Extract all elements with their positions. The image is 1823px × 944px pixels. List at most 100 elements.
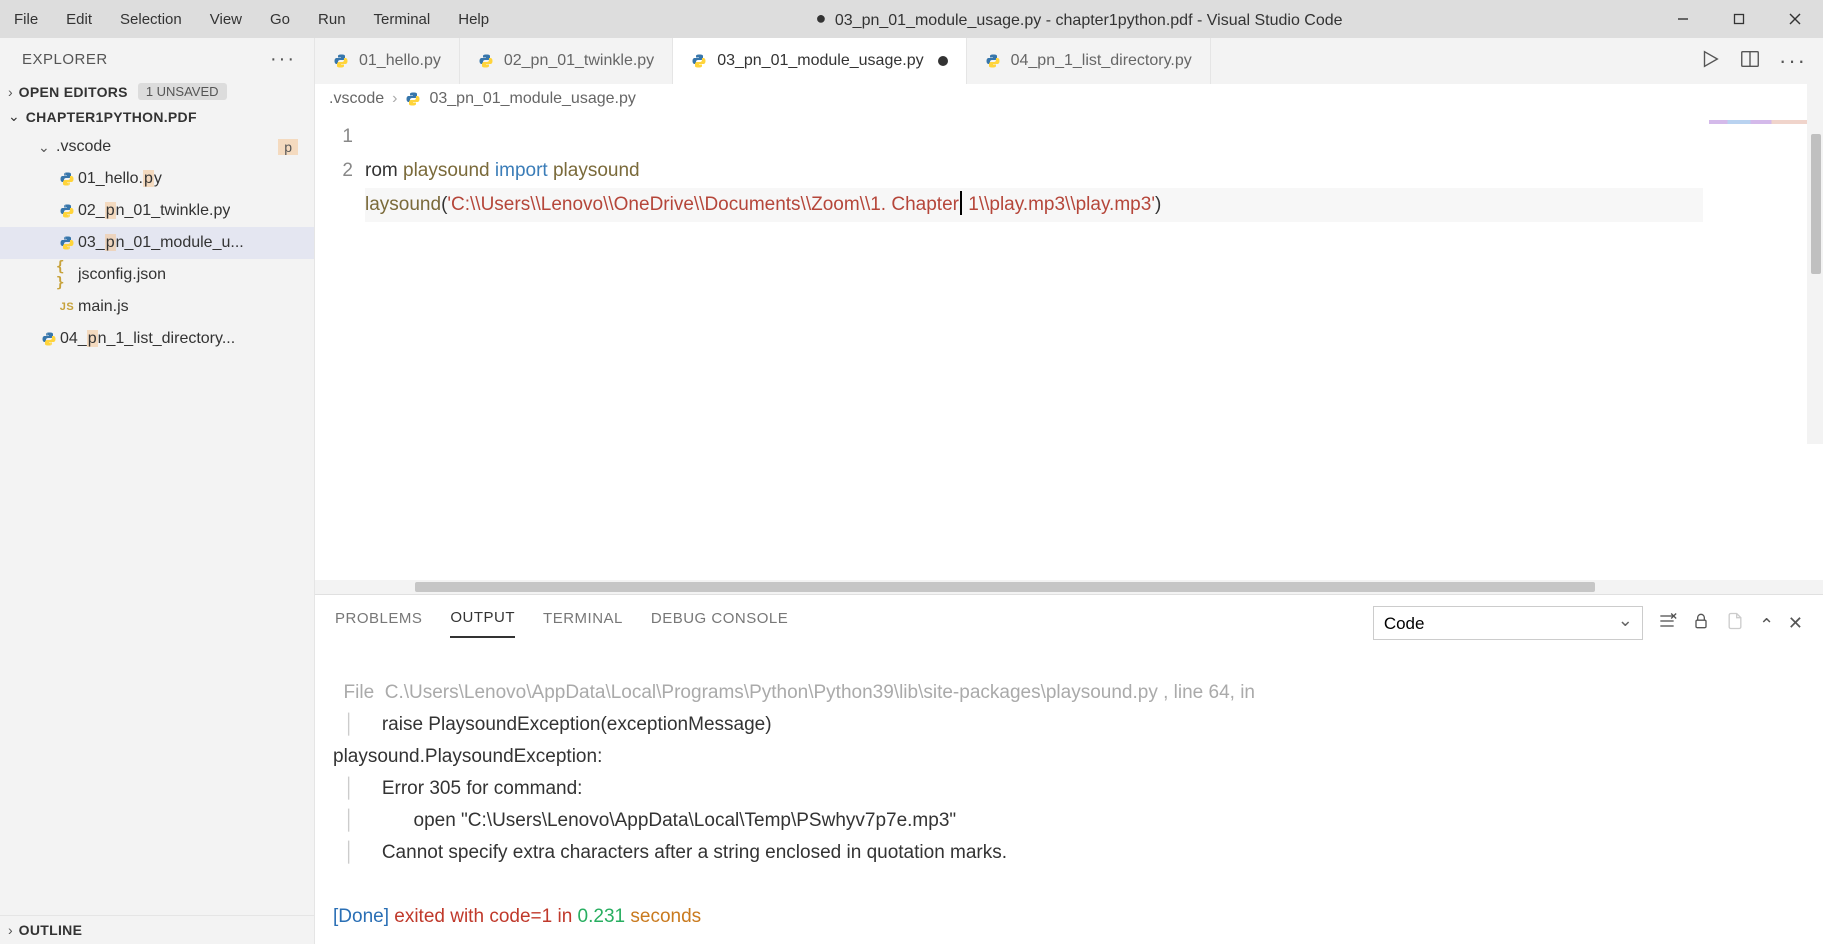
more-actions-icon[interactable]: ··· xyxy=(1779,48,1807,74)
file-name: 01_hello.py xyxy=(78,170,162,188)
tab-label: 01_hello.py xyxy=(359,52,441,70)
chevron-right-icon: › xyxy=(392,90,397,108)
tab-label: 03_pn_01_module_usage.py xyxy=(717,52,923,70)
minimize-button[interactable] xyxy=(1655,0,1711,38)
menu-view[interactable]: View xyxy=(196,5,256,34)
title-app: Visual Studio Code xyxy=(1207,12,1343,29)
unsaved-badge: 1 UNSAVED xyxy=(138,83,227,100)
tab[interactable]: 04_pn_1_list_directory.py xyxy=(967,38,1211,84)
clear-output-icon[interactable] xyxy=(1657,611,1677,635)
line-gutter: 1 2 xyxy=(315,114,365,580)
python-icon xyxy=(691,52,709,70)
editor-area: 01_hello.py 02_pn_01_twinkle.py 03_pn_01… xyxy=(315,38,1823,944)
tab-active[interactable]: 03_pn_01_module_usage.py xyxy=(673,38,966,84)
chevron-up-icon[interactable]: ⌄ xyxy=(1759,613,1774,634)
python-icon xyxy=(405,91,421,107)
tab[interactable]: 01_hello.py xyxy=(315,38,460,84)
file-name: 02_pn_01_twinkle.py xyxy=(78,202,230,220)
window-controls xyxy=(1655,0,1823,38)
outline-section[interactable]: › OUTLINE xyxy=(0,915,314,944)
panel-tab-output[interactable]: OUTPUT xyxy=(450,609,515,638)
scrollbar-thumb[interactable] xyxy=(1811,134,1821,274)
lock-scroll-icon[interactable] xyxy=(1691,611,1711,635)
folder-name: .vscode xyxy=(56,138,111,156)
file-name: 03_pn_01_module_u... xyxy=(78,234,244,252)
close-button[interactable] xyxy=(1767,0,1823,38)
panel-tab-debugconsole[interactable]: DEBUG CONSOLE xyxy=(651,610,788,637)
split-editor-icon[interactable] xyxy=(1739,48,1761,74)
bottom-panel: PROBLEMS OUTPUT TERMINAL DEBUG CONSOLE C… xyxy=(315,594,1823,944)
run-icon[interactable] xyxy=(1699,48,1721,74)
text-cursor xyxy=(960,191,962,215)
workspace-folder[interactable]: ⌄ CHAPTER1PYTHON.PDF xyxy=(0,104,314,129)
output-channel-dropdown[interactable]: Code xyxy=(1373,606,1643,640)
output-body[interactable]: File C.\Users\Lenovo\AppData\Local\Progr… xyxy=(315,641,1823,944)
menu-file[interactable]: File xyxy=(0,5,52,34)
outline-label: OUTLINE xyxy=(19,922,83,938)
file-tree: ⌄ .vscode p 01_hello.py 02_pn_01_twinkle… xyxy=(0,129,314,357)
menu-run[interactable]: Run xyxy=(304,5,360,34)
code-editor[interactable]: 1 2 rom playsound import playsoundlaysou… xyxy=(315,114,1823,580)
chevron-down-icon: ⌄ xyxy=(38,139,56,156)
file-name: main.js xyxy=(78,298,129,316)
explorer-more-icon[interactable]: ··· xyxy=(270,48,296,71)
window-title: ● 03_pn_01_module_usage.py - chapter1pyt… xyxy=(503,9,1655,30)
js-icon: JS xyxy=(56,301,78,313)
chevron-right-icon: › xyxy=(8,922,13,938)
python-icon xyxy=(333,52,351,70)
breadcrumb-item[interactable]: 03_pn_01_module_usage.py xyxy=(429,90,635,108)
tab-label: 02_pn_01_twinkle.py xyxy=(504,52,654,70)
chevron-right-icon: › xyxy=(8,84,13,100)
menu-bar: File Edit Selection View Go Run Terminal… xyxy=(0,5,503,34)
scrollbar-thumb[interactable] xyxy=(415,582,1595,592)
tree-file[interactable]: JS main.js xyxy=(0,291,314,323)
output-channel-select[interactable]: Code xyxy=(1373,606,1643,640)
title-project: chapter1python.pdf xyxy=(1056,12,1193,29)
menu-help[interactable]: Help xyxy=(444,5,503,34)
file-name: 04_pn_1_list_directory... xyxy=(60,330,235,348)
explorer-sidebar: EXPLORER ··· › OPEN EDITORS 1 UNSAVED ⌄ … xyxy=(0,38,315,944)
editor-actions: ··· xyxy=(1683,38,1823,84)
menu-selection[interactable]: Selection xyxy=(106,5,196,34)
open-file-icon xyxy=(1725,611,1745,635)
python-icon xyxy=(478,52,496,70)
maximize-button[interactable] xyxy=(1711,0,1767,38)
folder-label: CHAPTER1PYTHON.PDF xyxy=(26,109,197,125)
python-icon xyxy=(38,331,60,347)
tree-file-selected[interactable]: 03_pn_01_module_u... xyxy=(0,227,314,259)
python-icon xyxy=(56,171,78,187)
breadcrumb-item[interactable]: .vscode xyxy=(329,90,384,108)
title-filename: 03_pn_01_module_usage.py xyxy=(835,12,1041,29)
python-icon xyxy=(56,235,78,251)
editor-tabs: 01_hello.py 02_pn_01_twinkle.py 03_pn_01… xyxy=(315,38,1823,84)
tree-file[interactable]: 01_hello.py xyxy=(0,163,314,195)
minimap[interactable] xyxy=(1703,114,1823,580)
menu-terminal[interactable]: Terminal xyxy=(360,5,445,34)
modified-dot-icon: ● xyxy=(816,8,827,28)
menu-edit[interactable]: Edit xyxy=(52,5,106,34)
tree-file[interactable]: { } jsconfig.json xyxy=(0,259,314,291)
tab-label: 04_pn_1_list_directory.py xyxy=(1011,52,1192,70)
explorer-header: EXPLORER ··· xyxy=(0,38,314,79)
horizontal-scrollbar[interactable] xyxy=(315,580,1823,594)
breadcrumb[interactable]: .vscode › 03_pn_01_module_usage.py xyxy=(315,84,1823,114)
title-bar: File Edit Selection View Go Run Terminal… xyxy=(0,0,1823,38)
file-name: jsconfig.json xyxy=(78,266,166,284)
python-icon xyxy=(985,52,1003,70)
tree-folder-vscode[interactable]: ⌄ .vscode p xyxy=(0,131,314,163)
tree-file[interactable]: 02_pn_01_twinkle.py xyxy=(0,195,314,227)
chevron-down-icon: ⌄ xyxy=(8,108,20,125)
tab[interactable]: 02_pn_01_twinkle.py xyxy=(460,38,673,84)
menu-go[interactable]: Go xyxy=(256,5,304,34)
vertical-scrollbar[interactable] xyxy=(1807,84,1823,444)
modified-dot-icon xyxy=(938,56,948,66)
open-editors-section[interactable]: › OPEN EDITORS 1 UNSAVED xyxy=(0,79,314,104)
filter-badge: p xyxy=(278,139,298,155)
tree-file[interactable]: 04_pn_1_list_directory... xyxy=(0,323,314,355)
panel-tabs: PROBLEMS OUTPUT TERMINAL DEBUG CONSOLE C… xyxy=(315,595,1823,641)
close-panel-icon[interactable]: ✕ xyxy=(1788,613,1803,634)
code-content[interactable]: rom playsound import playsoundlaysound('… xyxy=(365,114,1823,580)
panel-tab-terminal[interactable]: TERMINAL xyxy=(543,610,623,637)
panel-tab-problems[interactable]: PROBLEMS xyxy=(335,610,422,637)
open-editors-label: OPEN EDITORS xyxy=(19,84,128,100)
